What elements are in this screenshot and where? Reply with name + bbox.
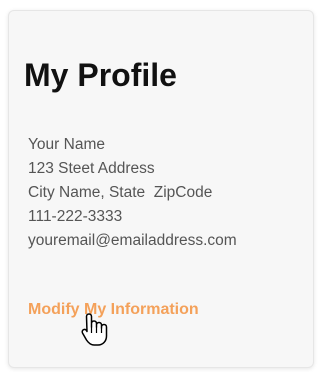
page-title: My Profile [24,57,177,93]
email-text: youremail@emailaddress.com [28,232,237,249]
city-state-zip-text: City Name, State ZipCode [28,184,213,201]
address-text: 123 Steet Address [28,160,155,177]
name-text: Your Name [28,136,105,153]
modify-information-link[interactable]: Modify My Information [28,298,199,322]
hand-pointer-icon [80,312,112,348]
contact-info: Your Name 123 Steet Address City Name, S… [28,133,298,253]
phone-text: 111-222-3333 [28,208,123,225]
